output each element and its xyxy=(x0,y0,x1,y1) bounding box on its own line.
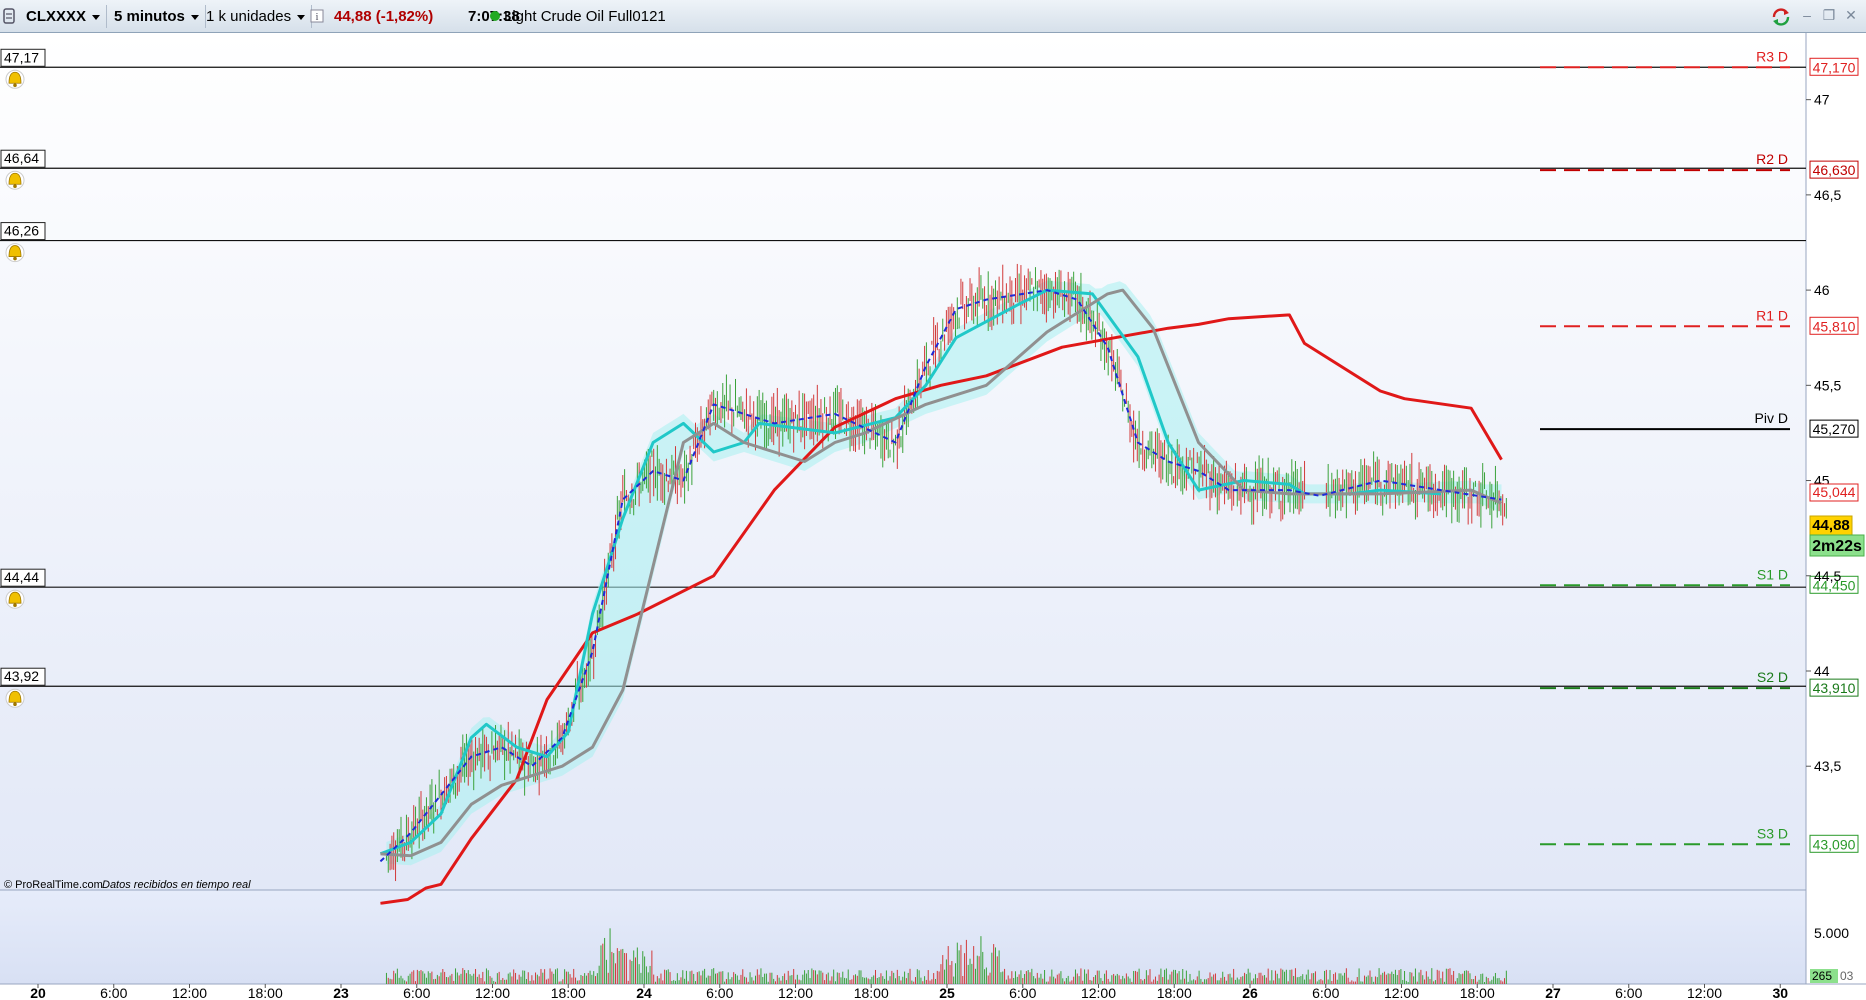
toolbar-menu-icon[interactable] xyxy=(2,5,16,28)
countdown-label: 2m22s xyxy=(1812,538,1862,555)
status-dot-icon xyxy=(488,5,502,28)
copyright-text: © ProRealTime.com xyxy=(4,879,103,891)
realtime-text: Datos recibidos en tiempo real xyxy=(102,879,251,891)
pivot-name-label: R1 D xyxy=(1756,307,1788,323)
last-price-label: 44,88 xyxy=(1812,517,1850,534)
volume-tick-label: 5.000 xyxy=(1814,925,1849,941)
y-tick-label: 43,5 xyxy=(1814,758,1841,774)
pivot-name-label: Piv D xyxy=(1755,410,1788,426)
chevron-down-icon xyxy=(297,14,306,20)
x-tick-label: 27 xyxy=(1545,985,1561,1000)
x-tick-label: 18:00 xyxy=(1157,985,1192,1000)
volume-avg-label: 03 xyxy=(1840,969,1854,983)
countdown-badge: 2m22s xyxy=(1809,534,1865,557)
pivot-value-label: 47,170 xyxy=(1813,59,1856,75)
x-tick-label: 20 xyxy=(30,985,46,1000)
chevron-down-icon xyxy=(92,14,101,20)
x-tick-label: 23 xyxy=(333,985,349,1000)
restore-icon[interactable]: ❐ xyxy=(1822,8,1836,22)
bell-icon xyxy=(5,170,25,190)
alert-value-label: 43,92 xyxy=(4,668,39,684)
pivot-name-label: S3 D xyxy=(1757,825,1788,841)
toolbar: CLXXXX 5 minutos 1 k unidades i 44,88 (-… xyxy=(0,0,1866,33)
x-tick-label: 6:00 xyxy=(1312,985,1339,1000)
x-tick-label: 18:00 xyxy=(248,985,283,1000)
chevron-down-icon xyxy=(190,14,199,20)
x-tick-label: 25 xyxy=(939,985,955,1000)
x-tick-label: 6:00 xyxy=(1615,985,1642,1000)
pivot-value-label: 43,090 xyxy=(1813,836,1856,852)
y-tick-label: 44 xyxy=(1814,663,1830,679)
timeframe-select[interactable]: 5 minutos xyxy=(108,5,206,28)
y-tick-label: 45,5 xyxy=(1814,377,1841,393)
x-tick-label: 6:00 xyxy=(403,985,430,1000)
x-tick-label: 12:00 xyxy=(778,985,813,1000)
y-tick-label: 47 xyxy=(1814,92,1830,108)
x-tick-label: 6:00 xyxy=(706,985,733,1000)
x-tick-label: 12:00 xyxy=(475,985,510,1000)
x-tick-label: 6:00 xyxy=(1009,985,1036,1000)
pivot-name-label: R3 D xyxy=(1756,48,1788,64)
close-icon[interactable]: ✕ xyxy=(1844,8,1858,22)
minimize-icon[interactable]: – xyxy=(1800,8,1814,22)
x-tick-label: 24 xyxy=(636,985,652,1000)
x-tick-label: 26 xyxy=(1242,985,1258,1000)
x-tick-label: 12:00 xyxy=(1384,985,1419,1000)
sync-icon[interactable] xyxy=(1770,6,1792,28)
alert-value-label: 44,44 xyxy=(4,569,39,585)
svg-text:i: i xyxy=(316,12,319,23)
alert-value-label: 47,17 xyxy=(4,49,39,65)
y-tick-label: 46,5 xyxy=(1814,187,1841,203)
info-icon[interactable]: i xyxy=(310,5,324,28)
volume-last-label: 265 xyxy=(1812,969,1832,983)
x-tick-label: 6:00 xyxy=(100,985,127,1000)
pivot-name-label: S2 D xyxy=(1757,669,1788,685)
alert-value-label: 46,64 xyxy=(4,150,39,166)
last-price-badge: 44,88 xyxy=(1809,515,1853,536)
symbol-label: CLXXXX xyxy=(26,8,87,25)
timeframe-label: 5 minutos xyxy=(114,8,185,25)
bell-icon xyxy=(5,589,25,609)
x-tick-label: 12:00 xyxy=(1687,985,1722,1000)
volume-panel xyxy=(0,890,1806,984)
pivot-value-label: 43,910 xyxy=(1813,680,1856,696)
ma-value-label: 45,044 xyxy=(1813,484,1856,500)
pivot-name-label: S1 D xyxy=(1757,566,1788,582)
pivot-name-label: R2 D xyxy=(1756,151,1788,167)
symbol-select[interactable]: CLXXXX xyxy=(20,5,108,28)
x-tick-label: 12:00 xyxy=(172,985,207,1000)
x-tick-label: 12:00 xyxy=(1081,985,1116,1000)
x-tick-label: 18:00 xyxy=(551,985,586,1000)
pivot-value-label: 45,270 xyxy=(1813,421,1856,437)
price-chart[interactable]: 47,17 46,64 46,26 44,44 43,92 R3 D 47,170 R2 D… xyxy=(0,33,1866,1000)
alert-value-label: 46,26 xyxy=(4,223,39,239)
x-tick-label: 30 xyxy=(1772,985,1788,1000)
pivot-value-label: 45,810 xyxy=(1813,318,1856,334)
units-select[interactable]: 1 k unidades xyxy=(200,5,313,28)
y-tick-label: 44,5 xyxy=(1814,568,1841,584)
price-change: 44,88 (-1,82%) xyxy=(334,8,434,25)
bell-icon xyxy=(5,688,25,708)
bell-icon xyxy=(5,69,25,89)
ma-value-badge: 45,044 xyxy=(1809,483,1859,502)
units-label: 1 k unidades xyxy=(206,8,292,25)
bell-icon xyxy=(5,243,25,263)
x-tick-label: 18:00 xyxy=(854,985,889,1000)
pivot-value-label: 46,630 xyxy=(1813,162,1856,178)
y-tick-label: 46 xyxy=(1814,282,1830,298)
instrument-name: Light Crude Oil Full0121 xyxy=(504,8,666,25)
price-panel xyxy=(0,33,1806,890)
x-tick-label: 18:00 xyxy=(1460,985,1495,1000)
